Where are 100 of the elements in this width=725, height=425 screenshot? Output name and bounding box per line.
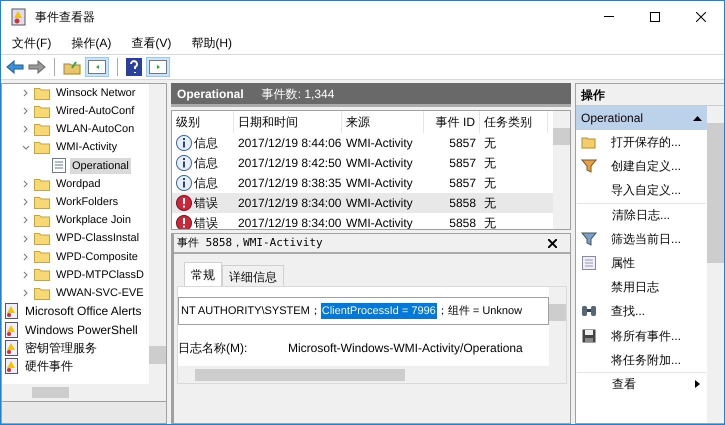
back-arrow-icon[interactable] [6, 60, 24, 74]
event-id-cell-text: 5857 [448, 135, 477, 152]
column-header[interactable]: 级别 [172, 111, 234, 133]
action-item[interactable]: 查找... [611, 302, 646, 320]
tree-item[interactable]: 密钥管理服务 [25, 338, 97, 357]
event-count: 事件数: 1,344 [262, 86, 334, 102]
event-id-cell-text: 5857 [448, 155, 477, 172]
log-warning-icon [5, 358, 19, 374]
close-icon [696, 12, 706, 22]
action-item[interactable]: 将任务附加... [611, 350, 682, 369]
menu-item[interactable]: 查看(V) [131, 34, 172, 52]
level-cell-text: 信息 [194, 155, 218, 172]
forward-arrow-icon[interactable] [28, 60, 46, 74]
info-icon [176, 175, 192, 191]
chevron-right-icon[interactable] [22, 216, 30, 224]
event-id-cell-text: 5858 [448, 195, 477, 212]
log-warning-icon [5, 322, 19, 338]
show-pane-button[interactable] [85, 57, 109, 77]
level-cell-text: 信息 [194, 175, 218, 192]
folder-icon [34, 141, 50, 154]
field-label: 日志名称(M): [178, 340, 248, 357]
log-icon [52, 158, 66, 174]
action-item[interactable]: 属性 [611, 254, 635, 272]
column-header[interactable]: 日期和时间 [234, 111, 342, 133]
vertical-scrollbar[interactable] [149, 84, 166, 384]
tree-item[interactable]: WMI-Activity [54, 139, 120, 156]
date-cell-text: 2017/12/19 8:34:00 [237, 215, 342, 229]
tree-item[interactable]: WWAN-SVC-EVE [54, 284, 146, 302]
tree-item[interactable]: Workplace Join [54, 212, 133, 229]
tree-item[interactable]: WPD-ClassInstal [54, 230, 142, 247]
tree-item[interactable]: Wired-AutoConf [54, 103, 136, 120]
tree-item[interactable]: Winsock Networ [54, 84, 138, 102]
action-item[interactable]: 将所有事件... [611, 326, 682, 345]
close-icon[interactable] [548, 238, 557, 248]
tree-item[interactable]: Operational [70, 158, 131, 174]
log-title: Operational [177, 86, 244, 102]
folder-icon [34, 196, 50, 209]
detail-tab[interactable]: 详细信息 [222, 265, 284, 286]
tree-item[interactable]: Wordpad [54, 176, 102, 192]
tree-item[interactable]: WorkFolders [54, 194, 120, 210]
actions-section-header[interactable]: Operational [576, 106, 707, 130]
task-cell-text: 无 [483, 215, 497, 229]
chevron-right-icon[interactable] [22, 252, 30, 261]
chevron-right-icon[interactable] [22, 198, 30, 206]
action-item[interactable]: 筛选当前日... [611, 230, 682, 248]
horizontal-scrollbar[interactable] [2, 384, 166, 401]
tree-item[interactable]: WPD-Composite [54, 248, 140, 266]
menu-item[interactable]: 帮助(H) [191, 34, 232, 52]
action-item[interactable]: 导入自定义... [611, 181, 682, 200]
horizontal-scrollbar[interactable] [178, 366, 566, 383]
detail-tab[interactable]: 常规 [184, 262, 222, 286]
chevron-right-icon[interactable] [22, 270, 30, 279]
chevron-right-icon[interactable] [22, 89, 30, 98]
column-header[interactable]: 任务类别 [480, 111, 548, 133]
task-cell-text: 无 [483, 155, 497, 172]
date-cell-text: 2017/12/19 8:34:00 [237, 195, 342, 212]
action-item[interactable]: 查看 [612, 375, 636, 394]
help-icon[interactable] [126, 58, 142, 76]
vertical-scrollbar[interactable] [549, 287, 566, 366]
event-row[interactable]: 信息 2017/12/19 8:42:50 WMI-Activity 5857 无 [172, 153, 553, 173]
chevron-down-icon[interactable] [22, 144, 30, 152]
folder-icon [34, 104, 50, 118]
date-cell-text: 2017/12/19 8:38:35 [237, 175, 342, 192]
event-row[interactable]: 信息 2017/12/19 8:44:06 WMI-Activity 5857 无 [172, 133, 553, 153]
tree-item[interactable]: 硬件事件 [25, 356, 73, 375]
action-item[interactable]: 创建自定义... [611, 157, 682, 176]
source-cell-text: WMI-Activity [345, 175, 414, 192]
menu-item[interactable]: 文件(F) [12, 34, 52, 52]
action-item[interactable]: 清除日志... [612, 206, 670, 224]
chevron-right-icon[interactable] [22, 234, 30, 243]
column-header[interactable]: 事件 ID [424, 111, 480, 133]
action-item[interactable]: 禁用日志 [611, 278, 659, 296]
collapse-triangle-icon [693, 116, 702, 120]
event-row[interactable]: 信息 2017/12/19 8:38:35 WMI-Activity 5857 无 [172, 173, 553, 193]
pane-icon [149, 60, 167, 74]
minimize-icon [604, 16, 614, 17]
info-icon [176, 155, 192, 171]
level-cell-text: 错误 [194, 195, 218, 212]
chevron-right-icon[interactable] [22, 125, 30, 134]
filter-icon [581, 230, 597, 247]
event-description: NT AUTHORITY\SYSTEM；ClientProcessId = 7996；组件 = Unknow [178, 297, 549, 325]
chevron-right-icon[interactable] [22, 107, 30, 116]
vertical-scrollbar[interactable] [707, 106, 724, 423]
column-header[interactable]: 来源 [342, 111, 424, 133]
tree-item[interactable]: Microsoft Office Alerts [25, 302, 142, 320]
filter-icon [581, 158, 597, 174]
event-row[interactable]: 错误 2017/12/19 8:34:00 WMI-Activity 5858 无 [172, 193, 553, 213]
tree-item[interactable]: Windows PowerShell [25, 320, 138, 339]
error-icon [176, 195, 192, 211]
chevron-right-icon[interactable] [22, 180, 30, 188]
folder-up-icon[interactable] [63, 59, 81, 75]
level-cell-text: 错误 [194, 215, 218, 229]
menu-item[interactable]: 操作(A) [71, 34, 112, 52]
vertical-scrollbar[interactable] [553, 111, 570, 229]
action-pane-button[interactable] [146, 57, 170, 77]
tree-item[interactable]: WPD-MTPClassD [54, 266, 146, 284]
chevron-right-icon[interactable] [22, 289, 30, 298]
action-item[interactable]: 打开保存的... [611, 133, 682, 152]
tree-item[interactable]: WLAN-AutoCon [54, 121, 136, 138]
pane-icon [88, 60, 106, 74]
